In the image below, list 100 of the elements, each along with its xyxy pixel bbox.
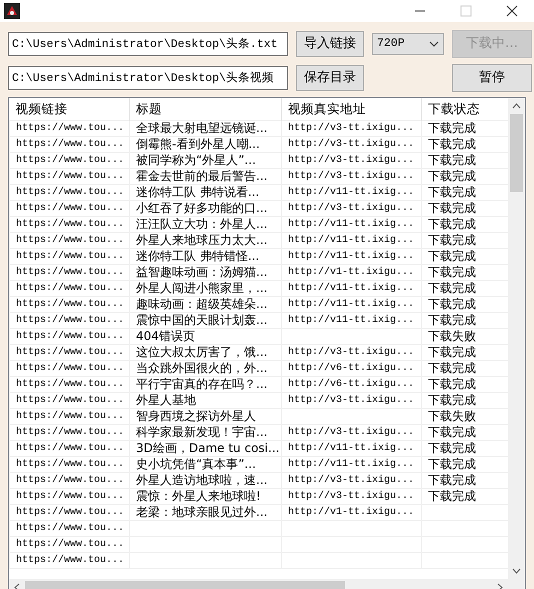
status-cell: 下载完成 — [428, 377, 476, 391]
save-folder-field[interactable]: C:\Users\Administrator\Desktop\头条视频 — [8, 66, 288, 90]
title-cell: 益智趣味动画：汤姆猫... — [136, 265, 268, 279]
link-cell-text: https://www.tou... — [16, 138, 124, 151]
status-cell: 下载完成 — [428, 153, 476, 167]
title-cell: 外星人造访地球啦，速... — [136, 473, 268, 487]
title-cell: 小红吞了好多功能的口... — [136, 201, 268, 215]
title-cell: 趣味动画：超级英雄朵... — [136, 297, 268, 311]
status-cell: 下载完成 — [428, 281, 476, 295]
url-cell-text: http://v11-tt.ixig... — [288, 298, 414, 311]
title-cell: 迷你特工队 弗特错怪... — [136, 249, 260, 263]
status-cell: 下载完成 — [428, 185, 476, 199]
link-cell-text: https://www.tou... — [16, 250, 124, 263]
url-cell-text: http://v3-tt.ixigu... — [288, 138, 414, 151]
title-cell: 迷你特工队 弗特说看... — [136, 185, 260, 199]
link-cell-text: https://www.tou... — [16, 234, 124, 247]
status-cell: 下载完成 — [428, 393, 476, 407]
url-cell-text: http://v3-tt.ixigu... — [288, 426, 414, 439]
link-cell-text: https://www.tou... — [16, 442, 124, 455]
link-cell-text: https://www.tou... — [16, 154, 124, 167]
status-cell: 下载完成 — [428, 121, 476, 135]
pause-button[interactable]: 暂停 — [452, 64, 532, 92]
status-cell: 下载完成 — [428, 201, 476, 215]
title-cell: 当众跳外国很火的，外... — [136, 361, 268, 375]
url-cell-text: http://v11-tt.ixig... — [288, 250, 414, 263]
url-cell-text: http://v11-tt.ixig... — [288, 186, 414, 199]
status-cell: 下载完成 — [428, 457, 476, 471]
url-cell-text: http://v11-tt.ixig... — [288, 314, 414, 327]
url-cell-text: http://v11-tt.ixig... — [288, 234, 414, 247]
file-path-field[interactable]: C:\Users\Administrator\Desktop\头条.txt — [8, 32, 288, 56]
status-cell: 下载失败 — [428, 329, 476, 343]
link-cell-text: https://www.tou... — [16, 362, 124, 375]
title-cell: 被同学称为“外星人”... — [136, 153, 256, 167]
title-cell: 倒霉熊-看到外星人嘲... — [136, 137, 260, 151]
url-cell-text: http://v3-tt.ixigu... — [288, 346, 414, 359]
status-cell: 下载完成 — [428, 249, 476, 263]
app-icon — [4, 3, 20, 19]
url-cell-text: http://v3-tt.ixigu... — [288, 394, 414, 407]
url-cell-text: http://v1-tt.ixigu... — [288, 266, 414, 279]
quality-dropdown[interactable]: 720P — [372, 33, 444, 55]
status-cell: 下载完成 — [428, 345, 476, 359]
link-cell-text: https://www.tou... — [16, 266, 124, 279]
status-cell: 下载完成 — [428, 489, 476, 503]
status-cell: 下载完成 — [428, 441, 476, 455]
url-cell-text: http://v11-tt.ixig... — [288, 458, 414, 471]
title-cell: 平行宇宙真的存在吗？... — [136, 377, 268, 391]
url-cell-text: http://v3-tt.ixigu... — [288, 170, 414, 183]
link-cell-text: https://www.tou... — [16, 218, 124, 231]
status-cell: 下载完成 — [428, 233, 476, 247]
url-cell-text: http://v6-tt.ixigu... — [288, 378, 414, 391]
title-cell: 外星人基地 — [136, 393, 196, 407]
title-cell: 震惊中国的天眼计划轰... — [136, 313, 268, 327]
vertical-scrollbar[interactable] — [508, 98, 525, 579]
title-cell: 老梁：地球亲眼见过外... — [136, 505, 268, 519]
url-cell-text: http://v3-tt.ixigu... — [288, 154, 414, 167]
link-cell-text: https://www.tou... — [16, 394, 124, 407]
status-cell: 下载完成 — [428, 313, 476, 327]
url-cell-text: http://v11-tt.ixig... — [288, 218, 414, 231]
link-cell-text: https://www.tou... — [16, 378, 124, 391]
status-cell: 下载完成 — [428, 169, 476, 183]
title-cell: 外星人闯进小熊家里，... — [136, 281, 268, 295]
link-cell-text: https://www.tou... — [16, 490, 124, 503]
link-cell-text: https://www.tou... — [16, 202, 124, 215]
title-cell: 智身西境之探访外星人 — [136, 409, 256, 423]
link-cell-text: https://www.tou... — [16, 314, 124, 327]
scroll-thumb[interactable] — [510, 114, 523, 192]
scroll-up-icon[interactable] — [512, 103, 521, 109]
title-cell: 3D绘画，Dame tu cosi... — [136, 441, 280, 455]
url-cell-text: http://v11-tt.ixig... — [288, 282, 414, 295]
close-icon[interactable] — [506, 5, 518, 17]
title-cell: 震惊：外星人来地球啦! — [136, 489, 261, 503]
link-cell-text: https://www.tou... — [16, 554, 124, 567]
column-header[interactable]: 视频链接 — [10, 98, 130, 120]
status-cell: 下载完成 — [428, 425, 476, 439]
link-cell-text: https://www.tou... — [16, 426, 124, 439]
save-directory-button[interactable]: 保存目录 — [296, 65, 364, 91]
link-cell-text: https://www.tou... — [16, 522, 124, 535]
column-header[interactable]: 标题 — [130, 98, 282, 120]
import-links-button[interactable]: 导入链接 — [296, 31, 364, 57]
status-cell: 下载完成 — [428, 137, 476, 151]
link-cell-text: https://www.tou... — [16, 298, 124, 311]
status-cell: 下载失败 — [428, 409, 476, 423]
scroll-down-icon[interactable] — [512, 568, 521, 574]
link-cell-text: https://www.tou... — [16, 346, 124, 359]
url-cell-text: http://v3-tt.ixigu... — [288, 122, 414, 135]
title-cell: 科学家最新发现！宇宙... — [136, 425, 268, 439]
title-cell: 这位大叔太厉害了，饿... — [136, 345, 268, 359]
status-cell: 下载完成 — [428, 265, 476, 279]
title-cell: 全球最大射电望远镜诞... — [136, 121, 268, 135]
status-cell: 下载完成 — [428, 473, 476, 487]
title-cell: 外星人来地球压力太大... — [136, 233, 268, 247]
status-cell: 下载完成 — [428, 217, 476, 231]
column-header[interactable]: 视频真实地址 — [282, 98, 422, 120]
url-cell-text: http://v3-tt.ixigu... — [288, 202, 414, 215]
status-cell: 下载完成 — [428, 361, 476, 375]
title-cell: 史小坑凭借“真本事”... — [136, 457, 256, 471]
link-cell-text: https://www.tou... — [16, 506, 124, 519]
link-cell-text: https://www.tou... — [16, 122, 124, 135]
link-cell-text: https://www.tou... — [16, 330, 124, 343]
link-cell-text: https://www.tou... — [16, 170, 124, 183]
